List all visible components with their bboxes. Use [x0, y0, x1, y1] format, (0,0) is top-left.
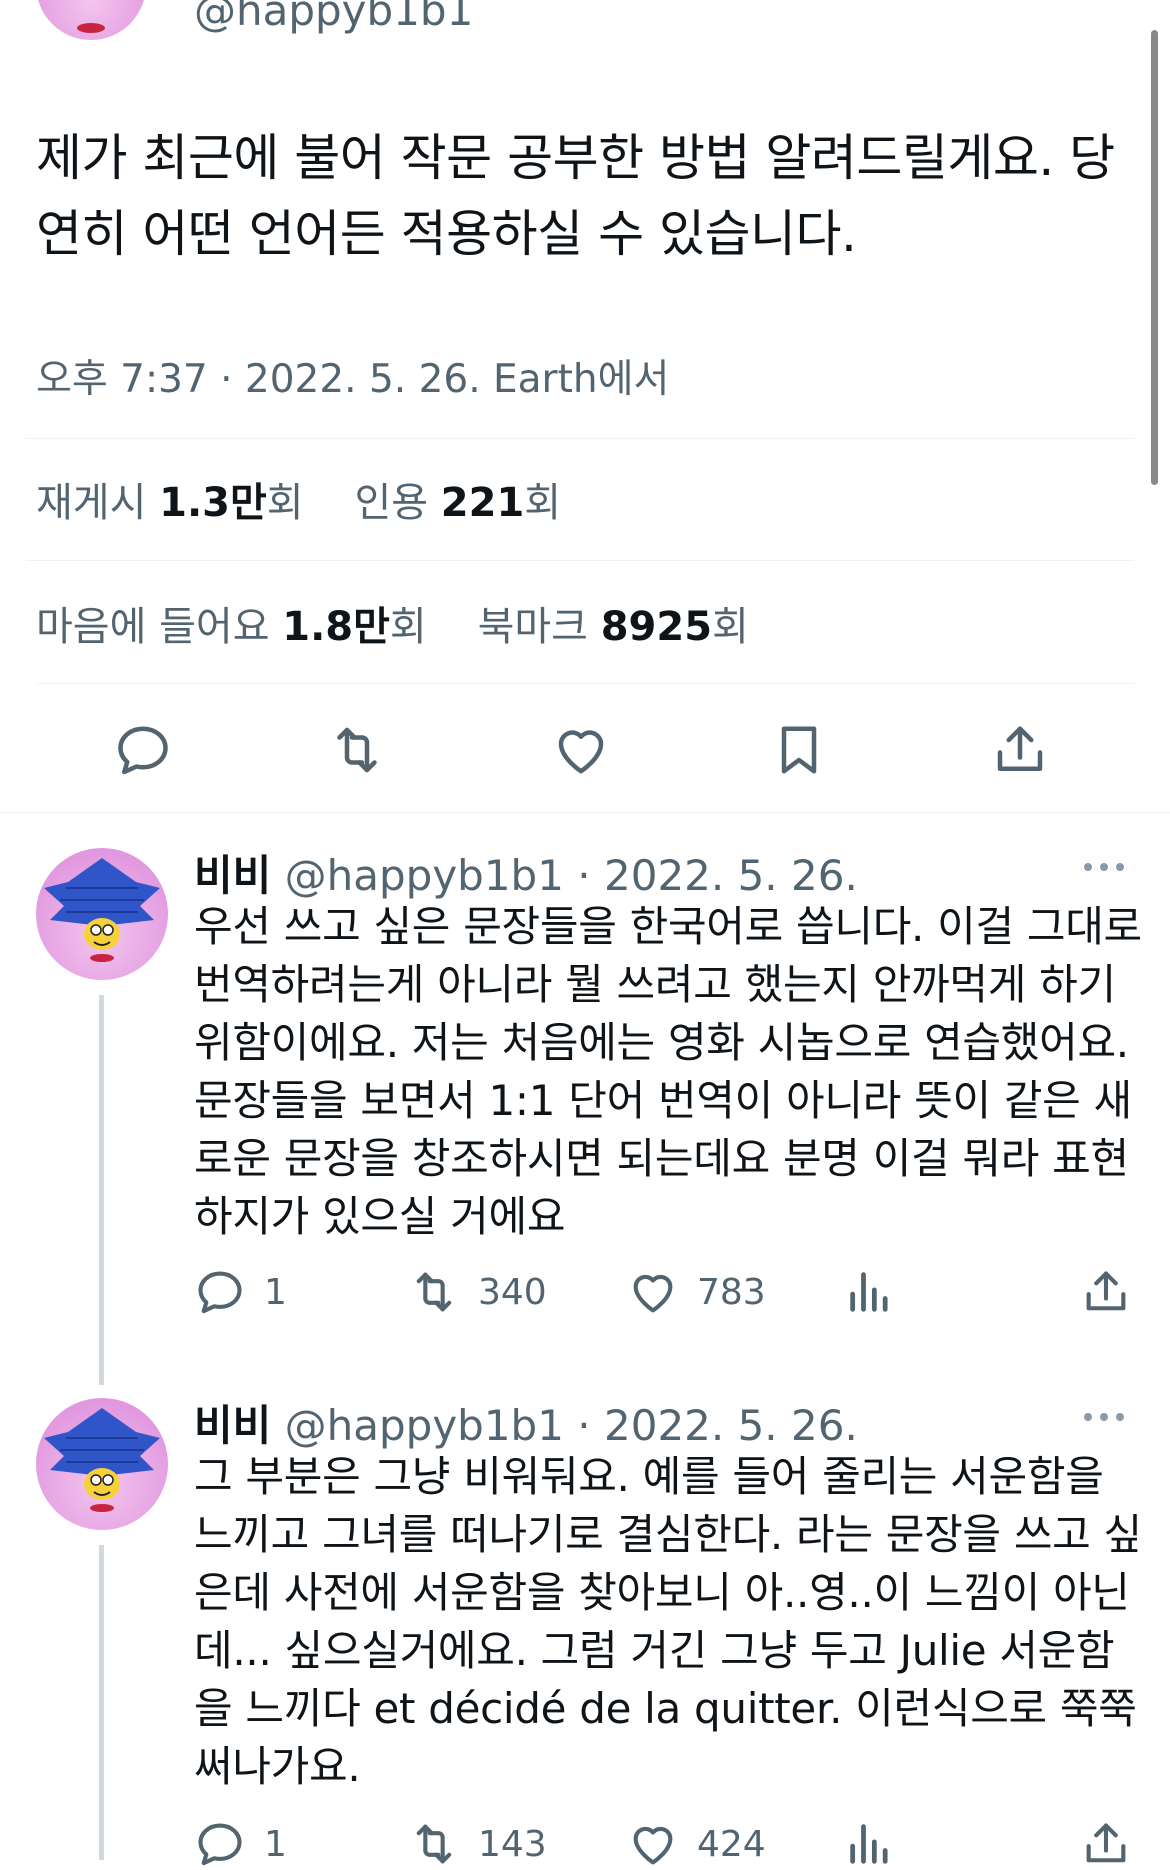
divider — [36, 683, 1134, 684]
thread-line — [99, 1545, 104, 1860]
bookmark-stat[interactable]: 북마크 8925회 — [478, 604, 749, 650]
more-icon[interactable] — [1080, 860, 1128, 874]
like-action[interactable]: 424 — [627, 1818, 766, 1870]
repost-icon[interactable] — [327, 720, 387, 780]
reply-avatar[interactable] — [36, 1398, 168, 1530]
reply-display-name[interactable]: 비비 — [194, 851, 271, 900]
like-icon — [633, 1826, 673, 1865]
divider — [26, 560, 1134, 561]
repost-count: 340 — [478, 1271, 547, 1313]
views-action[interactable] — [844, 1818, 914, 1870]
reply-count: 1 — [264, 1823, 287, 1865]
reply-display-name[interactable]: 비비 — [194, 1401, 271, 1450]
tweet-text: 제가 최근에 불어 작문 공부한 방법 알려드릴게요. 당연히 어떤 언어든 적… — [36, 129, 1115, 263]
repost-unit: 회 — [266, 480, 304, 526]
views-action[interactable] — [844, 1266, 914, 1318]
quote-label: 인용 — [354, 480, 429, 526]
quote-unit: 회 — [524, 480, 562, 526]
bookmark-unit: 회 — [712, 604, 749, 650]
stats-row-likes: 마음에 들어요 1.8만회 북마크 8925회 — [36, 594, 749, 652]
like-count: 1.8만 — [282, 604, 390, 650]
reply-header: 비비 @happyb1b1 · 2022. 5. 26. — [194, 1392, 858, 1453]
like-label: 마음에 들어요 — [36, 604, 270, 650]
thread-line — [99, 995, 104, 1385]
repost-action[interactable]: 340 — [408, 1266, 547, 1318]
reply-action[interactable]: 1 — [194, 1818, 287, 1870]
reply-action[interactable]: 1 — [194, 1266, 287, 1318]
like-action[interactable]: 783 — [627, 1266, 766, 1318]
reply-text: 그 부분은 그냥 비워둬요. 예를 들어 줄리는 서운함을 느끼고 그녀를 떠나… — [194, 1452, 1142, 1791]
views-icon — [850, 1824, 888, 1864]
reply-count: 1 — [264, 1271, 287, 1313]
divider — [0, 812, 1170, 813]
repost-stat[interactable]: 재게시 1.3만회 — [36, 480, 304, 526]
views-icon — [850, 1272, 888, 1312]
more-icon[interactable] — [1080, 1410, 1128, 1424]
like-icon[interactable] — [551, 720, 611, 780]
share-icon — [1086, 1271, 1126, 1311]
repost-count: 143 — [478, 1823, 547, 1865]
tweet-timestamp[interactable]: 오후 7:37 · 2022. 5. 26. Earth에서 — [36, 348, 669, 404]
repost-count: 1.3만 — [159, 480, 267, 526]
bookmark-count: 8925 — [600, 604, 713, 650]
author-avatar[interactable] — [36, 0, 146, 40]
like-unit: 회 — [389, 604, 427, 650]
reply-handle[interactable]: @happyb1b1 — [285, 1401, 564, 1450]
reply-header: 비비 @happyb1b1 · 2022. 5. 26. — [194, 842, 858, 903]
repost-icon — [416, 1272, 452, 1312]
reply-icon — [198, 1823, 242, 1866]
reply-handle[interactable]: @happyb1b1 — [285, 851, 564, 900]
share-icon[interactable] — [990, 720, 1050, 780]
reply-date[interactable]: · 2022. 5. 26. — [577, 851, 858, 900]
like-icon — [633, 1274, 673, 1313]
reply-text: 우선 쓰고 싶은 문장들을 한국어로 씁니다. 이걸 그대로 번역하려는게 아니… — [194, 902, 1142, 1241]
share-action[interactable] — [1080, 1266, 1150, 1318]
author-handle[interactable]: @happyb1b1 — [194, 0, 473, 35]
quote-count: 221 — [440, 480, 525, 526]
divider — [26, 438, 1134, 439]
bookmark-icon[interactable] — [769, 720, 829, 780]
reply-date[interactable]: · 2022. 5. 26. — [577, 1401, 858, 1450]
stats-row-reposts: 재게시 1.3만회 인용 221회 — [36, 470, 561, 528]
repost-action[interactable]: 143 — [408, 1818, 547, 1870]
like-count: 424 — [697, 1823, 766, 1865]
bookmark-label: 북마크 — [477, 604, 588, 650]
reply-icon[interactable] — [113, 720, 173, 780]
reply-icon — [198, 1271, 242, 1314]
share-icon — [1086, 1823, 1126, 1863]
reply-avatar[interactable] — [36, 848, 168, 980]
like-count: 783 — [697, 1271, 766, 1313]
repost-icon — [416, 1824, 452, 1864]
scrollbar[interactable] — [1151, 30, 1158, 485]
share-action[interactable] — [1080, 1818, 1150, 1870]
like-stat[interactable]: 마음에 들어요 1.8만회 — [36, 604, 427, 650]
quote-stat[interactable]: 인용 221회 — [354, 480, 561, 526]
repost-label: 재게시 — [36, 480, 147, 526]
